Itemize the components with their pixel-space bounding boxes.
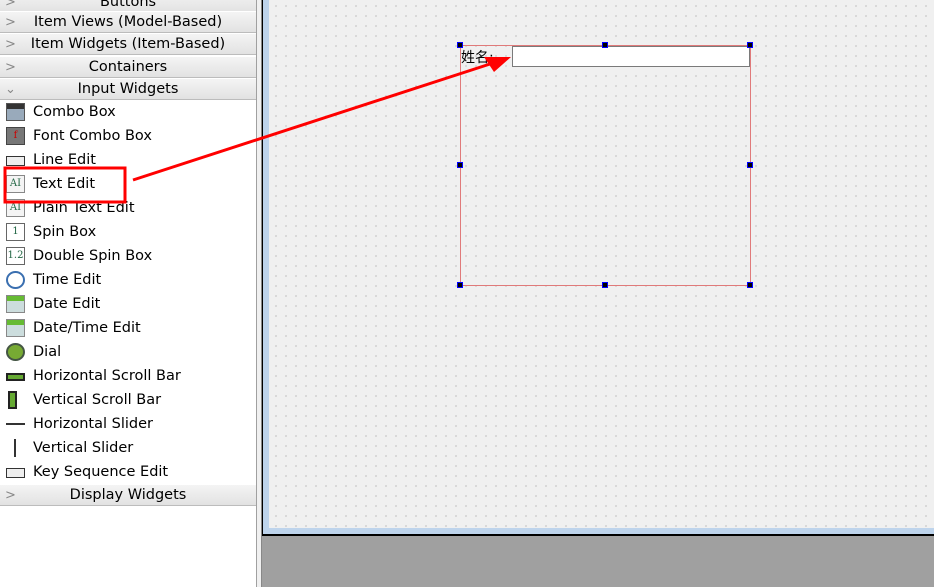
widget-item-label: Vertical Scroll Bar: [33, 392, 162, 408]
calendar-icon: [6, 295, 25, 313]
text-edit-icon: AI: [6, 175, 25, 193]
widget-item-key-sequence-edit[interactable]: Key Sequence Edit: [0, 460, 256, 484]
font-combo-box-icon: f: [6, 127, 25, 145]
name-line-edit[interactable]: [512, 46, 750, 67]
form-canvas[interactable]: 姓名:: [269, 0, 934, 528]
resize-handle[interactable]: [457, 42, 463, 48]
horizontal-slider-icon: [6, 415, 25, 433]
widget-item-line-edit[interactable]: Line Edit: [0, 148, 256, 172]
widget-item-double-spin-box[interactable]: 1.2 Double Spin Box: [0, 244, 256, 268]
widget-item-time-edit[interactable]: Time Edit: [0, 268, 256, 292]
category-label: Buttons: [99, 0, 157, 10]
category-label: Item Widgets (Item-Based): [30, 36, 226, 52]
calendar-clock-icon: [6, 319, 25, 337]
widget-item-date-time-edit[interactable]: Date/Time Edit: [0, 316, 256, 340]
widget-item-label: Key Sequence Edit: [33, 464, 169, 480]
widget-item-date-edit[interactable]: Date Edit: [0, 292, 256, 316]
selected-widget-frame[interactable]: [460, 45, 751, 286]
category-label: Input Widgets: [77, 81, 179, 97]
combo-box-icon: [6, 103, 25, 121]
widget-item-combo-box[interactable]: Combo Box: [0, 100, 256, 124]
category-containers[interactable]: > Containers: [0, 56, 256, 78]
category-label: Display Widgets: [69, 487, 187, 503]
chevron-right-icon: >: [5, 60, 16, 75]
widget-item-plain-text-edit[interactable]: AI Plain Text Edit: [0, 196, 256, 220]
widget-item-label: Plain Text Edit: [33, 200, 135, 216]
vertical-scrollbar-icon: [8, 391, 17, 409]
widget-item-horizontal-scroll-bar[interactable]: Horizontal Scroll Bar: [0, 364, 256, 388]
category-display-widgets[interactable]: > Display Widgets: [0, 484, 256, 506]
resize-handle[interactable]: [602, 282, 608, 288]
widget-item-label: Double Spin Box: [33, 248, 153, 264]
resize-handle[interactable]: [747, 162, 753, 168]
widget-item-label: Time Edit: [33, 272, 102, 288]
spin-box-icon: 1: [6, 223, 25, 241]
mdi-area: 姓名:: [262, 0, 934, 587]
double-spin-box-icon: 1.2: [6, 247, 25, 265]
category-label: Item Views (Model-Based): [33, 14, 223, 30]
chevron-right-icon: >: [5, 15, 16, 30]
widget-item-vertical-slider[interactable]: Vertical Slider: [0, 436, 256, 460]
resize-handle[interactable]: [457, 162, 463, 168]
widget-item-label: Spin Box: [33, 224, 97, 240]
category-item-widgets-item-based[interactable]: > Item Widgets (Item-Based): [0, 33, 256, 55]
widget-item-label: Line Edit: [33, 152, 96, 168]
widget-item-font-combo-box[interactable]: f Font Combo Box: [0, 124, 256, 148]
widget-item-label: Combo Box: [33, 104, 116, 120]
widget-item-text-edit[interactable]: AI Text Edit: [0, 172, 256, 196]
widget-item-label: Date/Time Edit: [33, 320, 141, 336]
plain-text-edit-icon: AI: [6, 199, 25, 217]
widget-item-dial[interactable]: Dial: [0, 340, 256, 364]
key-sequence-edit-icon: [6, 468, 25, 478]
widget-item-label: Date Edit: [33, 296, 101, 312]
category-item-views-model-based[interactable]: > Item Views (Model-Based): [0, 11, 256, 33]
widget-item-horizontal-slider[interactable]: Horizontal Slider: [0, 412, 256, 436]
chevron-down-icon: ⌄: [5, 82, 16, 97]
widget-item-vertical-scroll-bar[interactable]: Vertical Scroll Bar: [0, 388, 256, 412]
category-label: Containers: [88, 59, 168, 75]
widget-item-spin-box[interactable]: 1 Spin Box: [0, 220, 256, 244]
widget-item-label: Font Combo Box: [33, 128, 152, 144]
widget-item-label: Horizontal Scroll Bar: [33, 368, 181, 384]
form-window: 姓名:: [262, 0, 934, 536]
clock-icon: [6, 271, 25, 289]
widget-item-label: Dial: [33, 344, 62, 360]
resize-handle[interactable]: [457, 282, 463, 288]
category-input-widgets[interactable]: ⌄ Input Widgets: [0, 78, 256, 100]
name-label[interactable]: 姓名:: [461, 47, 494, 67]
widget-item-label: Horizontal Slider: [33, 416, 153, 432]
horizontal-scrollbar-icon: [6, 373, 25, 381]
resize-handle[interactable]: [602, 42, 608, 48]
resize-handle[interactable]: [747, 282, 753, 288]
dial-icon: [6, 343, 25, 361]
resize-handle[interactable]: [747, 42, 753, 48]
widget-box: > Buttons > Item Views (Model-Based) > Item W…: [0, 0, 257, 587]
line-edit-icon: [6, 156, 25, 166]
vertical-slider-icon: [6, 439, 25, 457]
widget-item-label: Vertical Slider: [33, 440, 134, 456]
chevron-right-icon: >: [5, 488, 16, 503]
widget-item-label: Text Edit: [33, 176, 96, 192]
chevron-right-icon: >: [5, 37, 16, 52]
